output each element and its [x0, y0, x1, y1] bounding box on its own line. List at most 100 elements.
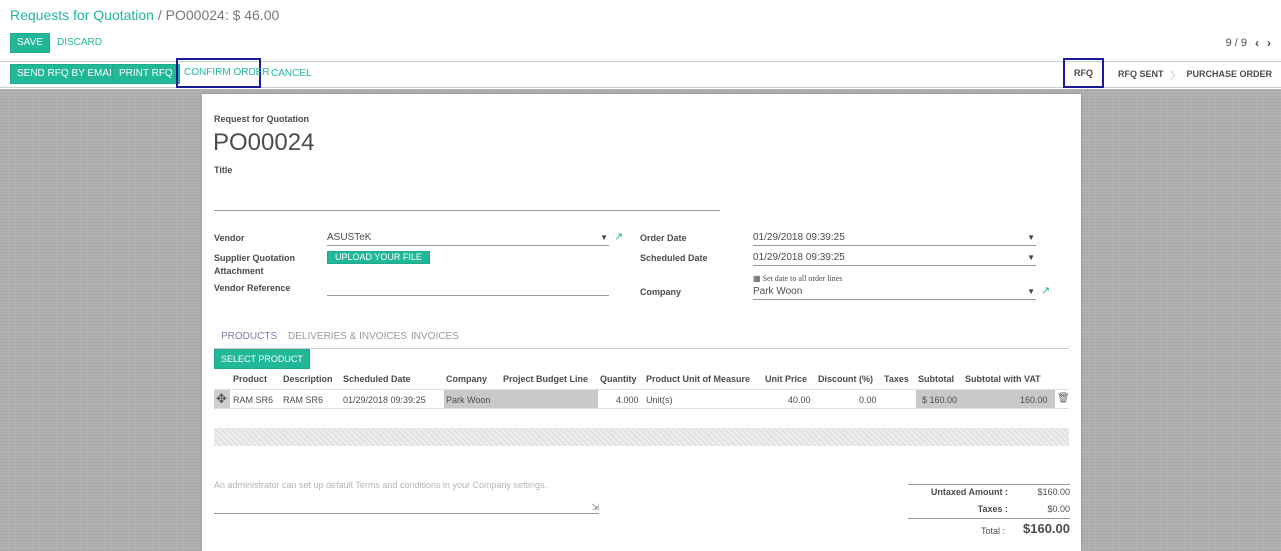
tab-products[interactable]: PRODUCTS: [221, 331, 277, 342]
untaxed-amount-row: Untaxed Amount : $160.00: [908, 484, 1070, 501]
company-field[interactable]: Park Woon ▼: [753, 285, 1036, 300]
column-header-scheduled-date[interactable]: Scheduled Date: [343, 374, 411, 384]
readonly-subtotal-cells: $ 160.00 160.00: [916, 390, 1055, 408]
cell-quantity[interactable]: 4.000: [616, 395, 639, 405]
move-icon: ✥: [216, 391, 227, 406]
stage-rfq[interactable]: RFQ: [1062, 58, 1104, 88]
column-header-quantity[interactable]: Quantity: [600, 374, 637, 384]
select-product-button[interactable]: SELECT PRODUCT: [214, 349, 310, 369]
company-label: Company: [640, 287, 682, 297]
caret-down-icon[interactable]: ▼: [1027, 233, 1035, 242]
totals-block: Untaxed Amount : $160.00 Taxes : $0.00 T…: [908, 484, 1070, 541]
cell-scheduled-date[interactable]: 01/29/2018 09:39:25: [343, 395, 426, 405]
taxes-row: Taxes : $0.00: [908, 501, 1070, 519]
stage-rfq-label: RFQ: [1073, 68, 1093, 78]
breadcrumb-current: PO00024: $ 46.00: [165, 7, 280, 23]
stage-purchase-order[interactable]: PURCHASE ORDER: [1172, 62, 1281, 88]
column-header-subtotal-vat[interactable]: Subtotal with VAT: [965, 374, 1041, 384]
caret-down-icon[interactable]: ▼: [1027, 287, 1035, 296]
vendor-label: Vendor: [214, 233, 245, 243]
cell-subtotal-vat: 160.00: [1020, 395, 1048, 405]
trash-icon[interactable]: 🗑: [1057, 393, 1070, 404]
calendar-icon: ▦: [753, 274, 761, 283]
untaxed-amount-label: Untaxed Amount :: [930, 487, 1008, 497]
resize-handle-icon[interactable]: ⇲: [591, 502, 599, 513]
chevron-left-icon[interactable]: ‹: [1255, 36, 1259, 50]
form-sheet: Request for Quotation PO00024 Title Vend…: [202, 94, 1081, 551]
notebook-tabs: PRODUCTS DELIVERIES & INVOICES INVOICES: [214, 331, 1069, 349]
cell-product[interactable]: RAM SR6: [233, 395, 273, 405]
external-link-icon[interactable]: ↗: [1041, 284, 1050, 297]
external-link-icon[interactable]: ↗: [614, 230, 623, 243]
save-button[interactable]: SAVE: [10, 33, 50, 53]
title-input[interactable]: [214, 194, 720, 211]
column-header-company[interactable]: Company: [446, 374, 487, 384]
doc-type-label: Request for Quotation: [214, 114, 309, 124]
control-panel: Requests for Quotation / PO00024: $ 46.0…: [0, 0, 1281, 88]
cell-uom[interactable]: Unit(s): [646, 395, 673, 405]
order-date-field[interactable]: 01/29/2018 09:39:25 ▼: [753, 231, 1036, 246]
cell-description[interactable]: RAM SR6: [283, 395, 323, 405]
caret-down-icon[interactable]: ▼: [1027, 253, 1035, 262]
vendor-reference-input[interactable]: [327, 281, 609, 296]
status-stages: RFQ RFQ SENT › PURCHASE ORDER: [1062, 58, 1281, 88]
vendor-value: ASUSTeK: [327, 232, 372, 243]
scheduled-date-label: Scheduled Date: [640, 253, 708, 263]
column-header-description[interactable]: Description: [283, 374, 333, 384]
tab-invoices[interactable]: INVOICES: [411, 331, 459, 342]
cancel-button[interactable]: CANCEL: [267, 64, 316, 84]
column-header-unit-price[interactable]: Unit Price: [765, 374, 807, 384]
confirm-order-highlight: CONFIRM ORDER: [176, 58, 270, 88]
attachment-label-line1: Supplier Quotation: [214, 253, 295, 263]
breadcrumb: Requests for Quotation / PO00024: $ 46.0…: [10, 7, 279, 23]
scheduled-date-field[interactable]: 01/29/2018 09:39:25 ▼: [753, 251, 1036, 266]
table-footer-row: [214, 428, 1069, 446]
terms-textarea[interactable]: An administrator can set up default Term…: [214, 480, 599, 514]
table-row[interactable]: ✥ RAM SR6 RAM SR6 01/29/2018 09:39:25 Pa…: [214, 389, 1070, 409]
title-label: Title: [214, 165, 233, 175]
terms-placeholder: An administrator can set up default Term…: [214, 480, 548, 490]
company-value: Park Woon: [753, 286, 803, 297]
chevron-right-icon[interactable]: ›: [1267, 36, 1271, 50]
breadcrumb-separator: /: [157, 7, 162, 23]
pager: 9 / 9 ‹ ›: [1226, 36, 1271, 50]
cell-subtotal: $ 160.00: [922, 395, 958, 405]
untaxed-amount-value: $160.00: [1037, 487, 1070, 497]
vendor-field[interactable]: ASUSTeK ▼: [327, 231, 609, 246]
column-header-taxes[interactable]: Taxes: [884, 374, 909, 384]
column-header-discount[interactable]: Discount (%): [818, 374, 873, 384]
total-label: Total :: [980, 526, 1005, 536]
stage-rfq-sent[interactable]: RFQ SENT ›: [1104, 62, 1177, 88]
readonly-company-cell: Park Woon: [444, 390, 598, 408]
cell-discount[interactable]: 0.00: [859, 395, 877, 405]
breadcrumb-parent-link[interactable]: Requests for Quotation: [10, 7, 154, 23]
caret-down-icon[interactable]: ▼: [600, 233, 608, 242]
vendor-reference-label: Vendor Reference: [214, 283, 291, 293]
cell-unit-price[interactable]: 40.00: [788, 395, 811, 405]
tab-deliveries-invoices[interactable]: DELIVERIES & INVOICES: [288, 331, 407, 342]
total-value: $160.00: [1023, 521, 1070, 536]
column-header-uom[interactable]: Product Unit of Measure: [646, 374, 750, 384]
print-rfq-button[interactable]: PRINT RFQ: [112, 64, 180, 84]
discard-button[interactable]: DISCARD: [53, 33, 106, 53]
scheduled-date-value: 01/29/2018 09:39:25: [753, 252, 845, 263]
confirm-order-button[interactable]: CONFIRM ORDER: [180, 63, 274, 83]
cell-company: Park Woon: [446, 395, 491, 405]
send-rfq-by-email-button[interactable]: SEND RFQ BY EMAIL: [10, 64, 125, 84]
taxes-value: $0.00: [1047, 504, 1070, 514]
pager-value[interactable]: 9 / 9: [1226, 37, 1247, 49]
attachment-label-line2: Attachment: [214, 266, 264, 276]
column-header-subtotal[interactable]: Subtotal: [918, 374, 954, 384]
upload-file-button[interactable]: UPLOAD YOUR FILE: [327, 251, 430, 264]
taxes-label: Taxes :: [977, 504, 1008, 514]
order-date-value: 01/29/2018 09:39:25: [753, 232, 845, 243]
set-date-to-all-lines-link[interactable]: ▦ Set date to all order lines: [753, 274, 842, 283]
drag-handle[interactable]: ✥: [214, 390, 230, 408]
column-header-budget-line[interactable]: Project Budget Line: [503, 374, 588, 384]
column-header-product[interactable]: Product: [233, 374, 267, 384]
total-row: Total : $160.00: [908, 519, 1070, 541]
statusbar: SEND RFQ BY EMAIL PRINT RFQ CONFIRM ORDE…: [0, 58, 1281, 88]
order-date-label: Order Date: [640, 233, 687, 243]
set-date-link-label: Set date to all order lines: [762, 274, 843, 283]
stage-purchase-order-label: PURCHASE ORDER: [1186, 69, 1272, 79]
